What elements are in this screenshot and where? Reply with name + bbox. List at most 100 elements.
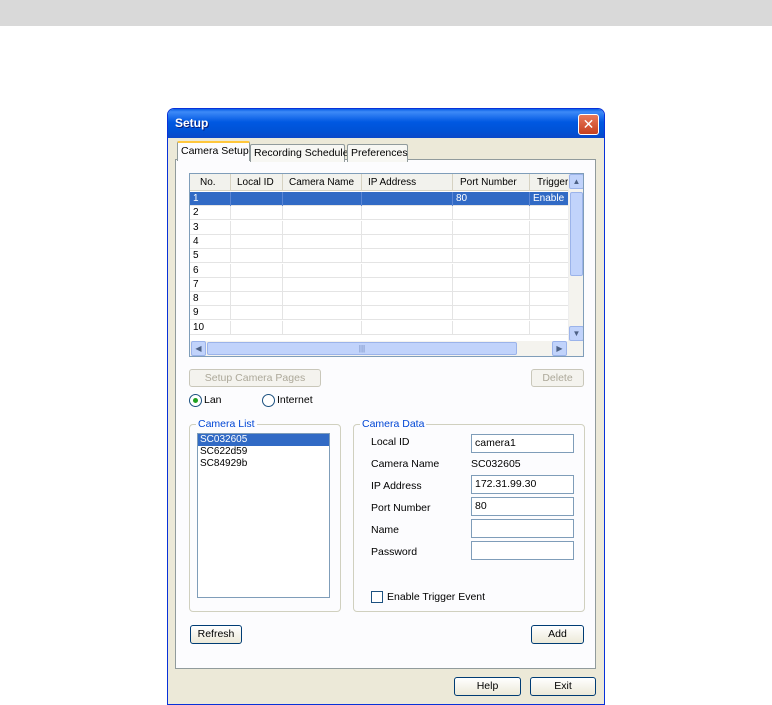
table-cell: 6	[190, 263, 231, 278]
tab-camera-setup[interactable]: Camera Setup	[177, 141, 250, 161]
ip-address-field[interactable]: 172.31.99.30	[471, 475, 574, 494]
table-cell	[453, 263, 530, 278]
camera-name-value: SC032605	[471, 458, 521, 470]
scroll-right-icon[interactable]: ▶	[552, 341, 567, 356]
list-item[interactable]: SC032605	[198, 434, 329, 446]
table-cell	[283, 192, 362, 206]
table-row[interactable]: 7	[190, 277, 570, 292]
internet-label: Internet	[277, 394, 313, 406]
list-item[interactable]: SC84929b	[198, 458, 329, 470]
table-cell	[453, 277, 530, 292]
camera-list-title: Camera List	[196, 418, 257, 430]
scroll-down-icon[interactable]: ▼	[569, 326, 583, 341]
table-cell	[231, 277, 283, 292]
table-cell	[283, 292, 362, 307]
table-cell	[453, 234, 530, 249]
table-cell	[283, 263, 362, 278]
name-label: Name	[371, 524, 400, 536]
col-no[interactable]: No.	[190, 174, 231, 191]
table-cell	[453, 206, 530, 221]
col-port-number[interactable]: Port Number	[453, 174, 530, 191]
table-cell	[362, 277, 453, 292]
password-field[interactable]	[471, 541, 574, 560]
close-button[interactable]: ✕	[578, 114, 599, 135]
tab-preferences[interactable]: Preferences	[347, 144, 408, 162]
table-cell	[362, 249, 453, 264]
table-cell	[530, 249, 570, 264]
refresh-button[interactable]: Refresh	[190, 625, 242, 644]
table-cell	[283, 234, 362, 249]
table-row[interactable]: 3	[190, 220, 570, 235]
table-cell	[283, 320, 362, 335]
table-cell	[530, 277, 570, 292]
lan-radio[interactable]	[189, 394, 202, 407]
horizontal-scrollbar[interactable]: ◀ ||| ▶	[190, 341, 583, 356]
table-cell	[362, 220, 453, 235]
tab-recording-schedule[interactable]: Recording Schedule	[250, 144, 349, 162]
window-title: Setup	[175, 116, 209, 130]
scroll-thumb[interactable]	[570, 192, 583, 276]
table-cell: 5	[190, 249, 231, 264]
list-item[interactable]: SC622d59	[198, 446, 329, 458]
table-cell	[231, 320, 283, 335]
internet-radio[interactable]	[262, 394, 275, 407]
table-cell	[231, 249, 283, 264]
table-cell	[283, 306, 362, 321]
port-number-label: Port Number	[371, 502, 431, 514]
camera-list-items: SC032605 SC622d59 SC84929b	[198, 434, 329, 470]
table-cell	[530, 306, 570, 321]
password-label: Password	[371, 546, 418, 558]
scroll-up-icon[interactable]: ▲	[569, 174, 583, 189]
table-cell	[362, 320, 453, 335]
vertical-scrollbar[interactable]: ▲ ▼	[568, 174, 583, 342]
table-cell	[453, 249, 530, 264]
col-ip-address[interactable]: IP Address	[362, 174, 453, 191]
table-cell	[231, 263, 283, 278]
table-row[interactable]: 8	[190, 292, 570, 307]
table-cell	[362, 206, 453, 221]
table-cell: 9	[190, 306, 231, 321]
table-cell	[530, 220, 570, 235]
table-cell: 4	[190, 234, 231, 249]
table-cell: 3	[190, 220, 231, 235]
table-cell	[283, 249, 362, 264]
camera-data-title: Camera Data	[360, 418, 427, 430]
help-button[interactable]: Help	[454, 677, 521, 696]
scroll-left-icon[interactable]: ◀	[191, 341, 206, 356]
setup-camera-pages-button[interactable]: Setup Camera Pages	[189, 369, 321, 387]
table-row[interactable]: 6	[190, 263, 570, 278]
table-row[interactable]: 9	[190, 306, 570, 321]
hscroll-thumb[interactable]: |||	[207, 342, 517, 355]
col-camera-name[interactable]: Camera Name	[283, 174, 362, 191]
lan-label: Lan	[204, 394, 222, 406]
camera-grid[interactable]: No. Local ID Camera Name IP Address Port…	[189, 173, 584, 357]
enable-trigger-checkbox[interactable]	[371, 591, 383, 603]
port-number-field[interactable]: 80	[471, 497, 574, 516]
col-local-id[interactable]: Local ID	[231, 174, 283, 191]
title-bar[interactable]: Setup ✕	[168, 109, 604, 138]
table-cell	[231, 192, 283, 206]
table-cell: 80	[453, 192, 530, 206]
table-cell	[362, 263, 453, 278]
exit-button[interactable]: Exit	[530, 677, 596, 696]
local-id-field[interactable]: camera1	[471, 434, 574, 453]
add-button[interactable]: Add	[531, 625, 584, 644]
col-trigger[interactable]: Trigger	[530, 174, 570, 191]
table-cell	[283, 206, 362, 221]
close-icon: ✕	[582, 116, 595, 132]
table-cell	[231, 220, 283, 235]
table-cell	[231, 306, 283, 321]
table-cell	[530, 292, 570, 307]
table-row[interactable]: 2	[190, 206, 570, 221]
table-row[interactable]: 1 80 Enable	[190, 192, 570, 206]
table-cell	[362, 306, 453, 321]
camera-listbox[interactable]: SC032605 SC622d59 SC84929b	[197, 433, 330, 598]
table-cell	[530, 234, 570, 249]
table-cell	[530, 320, 570, 335]
table-row[interactable]: 5	[190, 249, 570, 264]
table-row[interactable]: 4	[190, 234, 570, 249]
table-row[interactable]: 10	[190, 320, 570, 335]
delete-button[interactable]: Delete	[531, 369, 584, 387]
name-field[interactable]	[471, 519, 574, 538]
table-cell: 7	[190, 277, 231, 292]
